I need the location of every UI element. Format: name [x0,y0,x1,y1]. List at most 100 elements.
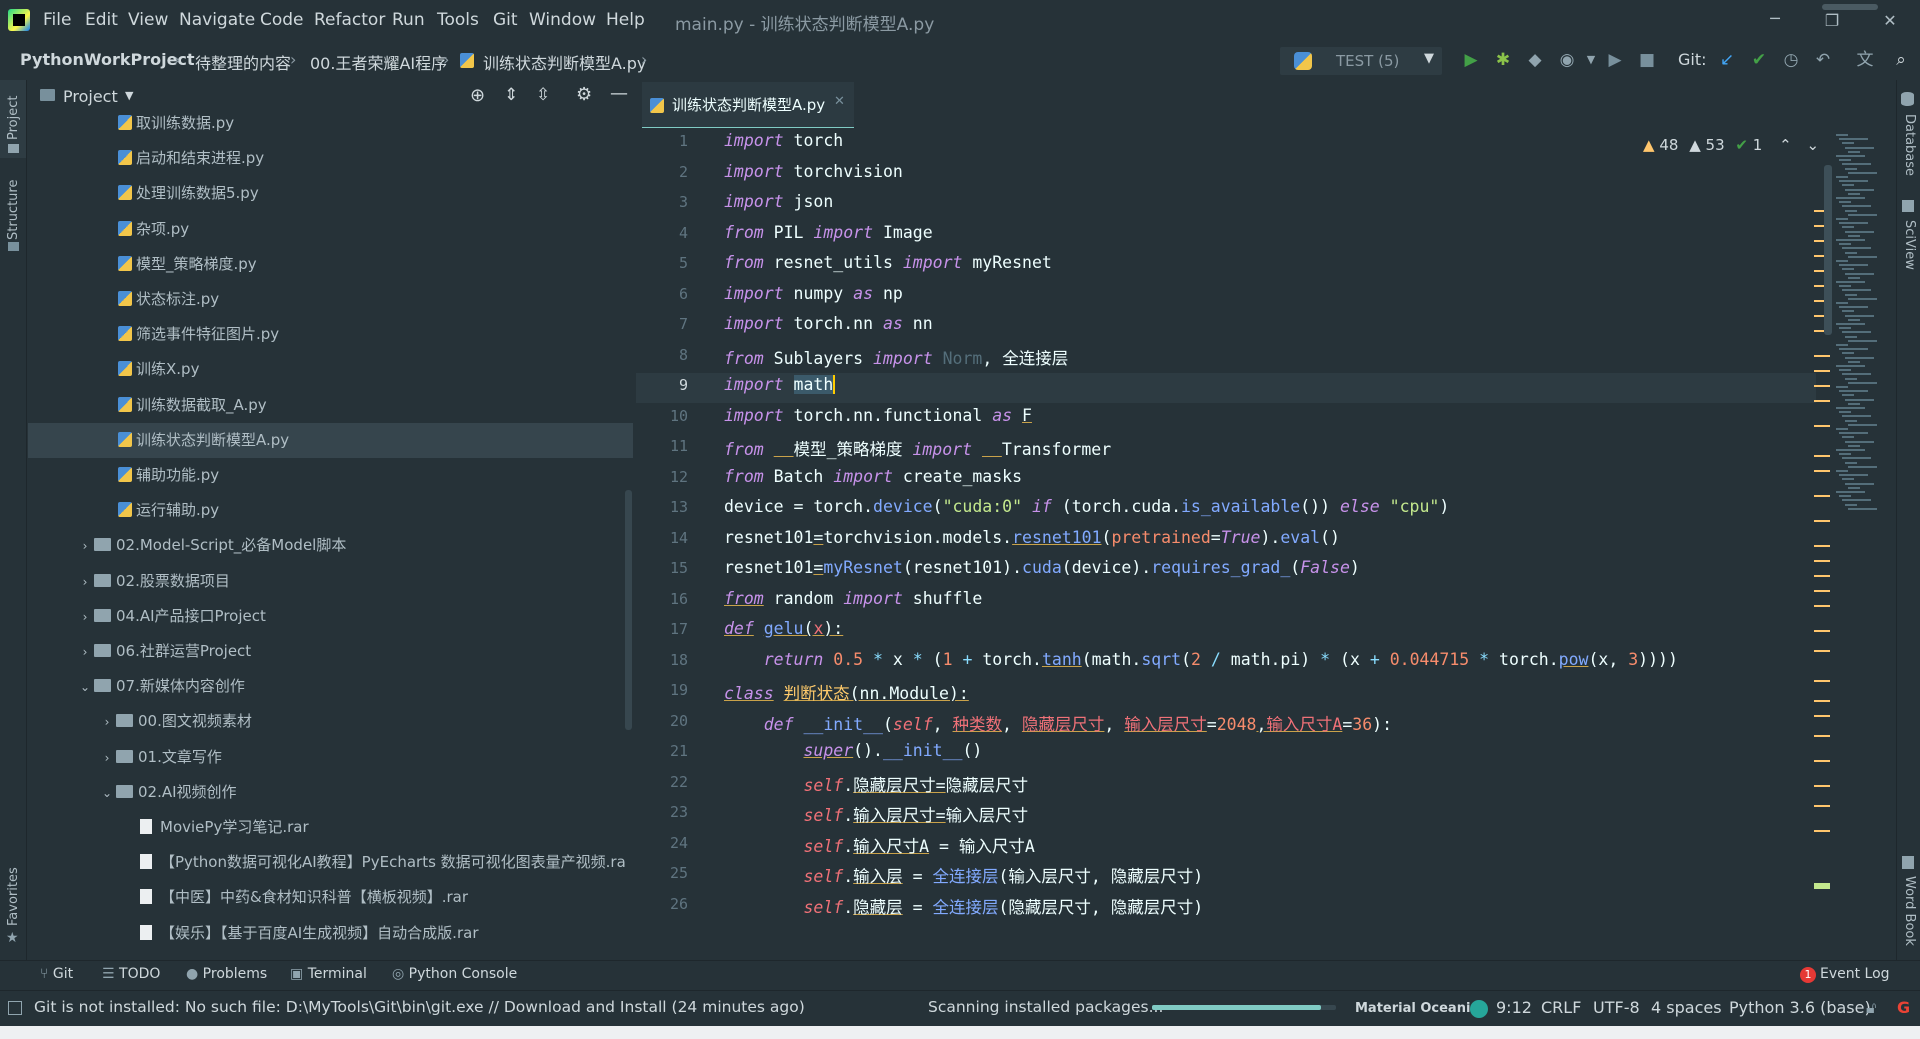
tree-file[interactable]: 辅助功能.py [28,458,633,493]
google-icon[interactable]: G [1897,998,1910,1017]
menu-code[interactable]: Code [260,10,304,30]
code-line[interactable]: resnet101=myResnet(resnet101).cuda(devic… [724,558,1360,577]
code-line[interactable]: from Sublayers import Norm, 全连接层 [724,345,1068,369]
inspection-widget[interactable]: ▲ 48 ▲ 53 ✔ 1 ⌃ ⌄ [1643,136,1823,162]
background-task-label[interactable]: Scanning installed packages... [928,998,1163,1016]
git-update-icon[interactable]: ↙ [1716,49,1738,71]
tree-file[interactable]: 训练状态判断模型A.py [28,422,633,458]
event-log[interactable]: 1 Event Log [1800,966,1890,983]
warning-stripe-mark[interactable] [1814,495,1830,497]
warning-stripe-mark[interactable] [1814,385,1830,387]
tab-python-console[interactable]: ◎ Python Console [392,966,517,982]
tree-file[interactable]: 启动和结束进程.py [28,141,633,176]
code-line[interactable]: import torch.nn.functional as F [724,406,1032,425]
tab-terminal[interactable]: ▣ Terminal [290,966,367,982]
warning-stripe-mark[interactable] [1814,370,1830,372]
debug-icon[interactable]: ✱ [1492,49,1514,71]
code-line[interactable]: import torch [724,131,843,150]
tree-folder[interactable]: ⌄ 07.新媒体内容创作 [28,669,633,704]
breadcrumb-folder-2[interactable]: 00.王者荣耀AI程序 [310,50,447,74]
coverage-icon[interactable]: ◆ [1524,49,1546,71]
chevron-down-icon[interactable]: ⌄ [98,776,116,811]
code-line[interactable]: resnet101=torchvision.models.resnet101(p… [724,528,1340,547]
code-line[interactable]: from PIL import Image [724,223,933,242]
warning-stripe-mark[interactable] [1814,355,1830,357]
tab-problems[interactable]: ● Problems [186,966,267,982]
history-icon[interactable]: ◷ [1780,49,1802,71]
warning-stripe-mark[interactable] [1814,650,1830,652]
tree-folder[interactable]: › 01.文章写作 [28,740,633,775]
tab-git[interactable]: ⑂ Git [40,966,73,982]
git-commit-icon[interactable]: ✔ [1748,49,1770,71]
menu-run[interactable]: Run [392,10,425,30]
breadcrumb-project[interactable]: PythonWorkProject [20,50,195,69]
code-line[interactable]: self.输入尺寸A = 输入尺寸A [724,833,1034,857]
code-line[interactable]: self.隐藏层 = 全连接层(隐藏层尺寸, 隐藏层尺寸) [724,894,1203,918]
tree-file[interactable]: 【中医】中药&食材知识科普【横板视频】.rar [28,880,633,915]
code-line[interactable]: import math [724,375,836,394]
warning-stripe-mark[interactable] [1814,785,1830,787]
warning-stripe-mark[interactable] [1814,425,1830,427]
code-line[interactable]: import torch.nn as nn [724,314,933,333]
breadcrumb-folder-1[interactable]: 待整理的内容 [195,50,291,74]
tree-file[interactable]: 筛选事件特征图片.py [28,317,633,352]
warning-stripe-mark[interactable] [1814,455,1830,457]
gear-icon[interactable]: ⚙ [576,84,592,105]
theme-label[interactable]: Material Oceanic [1355,1001,1478,1016]
tree-file[interactable]: 运行辅助.py [28,493,633,528]
stop-icon[interactable]: ■ [1636,49,1658,71]
code-line[interactable]: def gelu(x): [724,619,843,638]
minimize-button[interactable]: ─ [1755,6,1795,32]
tree-file[interactable]: 杂项.py [28,212,633,247]
caret-position[interactable]: 9:12 [1496,998,1532,1017]
warning-stripe-mark[interactable] [1814,760,1830,762]
hide-panel-icon[interactable]: — [610,83,628,104]
project-scrollbar[interactable] [625,490,632,730]
warning-stripe-mark[interactable] [1814,400,1830,402]
warning-stripe-mark[interactable] [1814,560,1830,562]
warning-stripe-mark[interactable] [1814,715,1830,717]
menu-git[interactable]: Git [493,10,518,30]
chevron-right-icon[interactable]: › [76,635,94,670]
code-line[interactable]: self.隐藏层尺寸=隐藏层尺寸 [724,772,1028,796]
project-tool-tab[interactable]: Project [0,80,26,158]
close-icon[interactable]: ✕ [834,94,845,109]
database-tool-label[interactable]: Database [1902,114,1917,176]
warning-stripe-mark[interactable] [1814,605,1830,607]
code-line[interactable]: device = torch.device("cuda:0" if (torch… [724,497,1449,516]
favorites-tool-tab[interactable]: Favorites ★ [0,860,26,950]
chevron-down-icon[interactable]: ⌄ [1806,136,1819,154]
chevron-down-icon[interactable]: ▼ [125,89,133,102]
tree-file[interactable]: 处理训练数据5.py [28,176,633,211]
code-line[interactable]: self.输入层尺寸=输入层尺寸 [724,802,1028,826]
indent-setting[interactable]: 4 spaces [1651,998,1722,1017]
close-button[interactable]: ✕ [1870,8,1910,34]
tree-file[interactable]: 取训练数据.py [28,114,633,141]
run-configuration-select[interactable]: TEST (5) ▼ [1280,47,1442,75]
lock-icon[interactable]: 🔓︎ [1866,998,1876,1018]
warning-stripe-mark[interactable] [1814,735,1830,737]
code-line[interactable]: super().__init__() [724,741,982,760]
tree-folder[interactable]: › 04.AI产品接口Project [28,599,633,634]
code-line[interactable]: from Batch import create_masks [724,467,1022,486]
chevron-right-icon[interactable]: › [76,600,94,635]
menu-tools[interactable]: Tools [437,10,479,30]
collapse-all-icon[interactable]: ⇳ [536,85,550,105]
menu-file[interactable]: File [43,10,71,30]
tree-folder[interactable]: › 06.社群运营Project [28,634,633,669]
tab-todo[interactable]: ☰ TODO [102,966,160,982]
python-interpreter[interactable]: Python 3.6 (base) [1729,998,1871,1017]
editor-scrollbar[interactable] [1824,165,1832,335]
warning-stripe-mark[interactable] [1814,700,1830,702]
tree-file[interactable]: 【娱乐】【基于百度AI生成视频】自动合成版.rar [28,916,633,946]
chevron-down-icon[interactable]: ⌄ [76,670,94,705]
chevron-right-icon[interactable]: › [98,705,116,740]
profile-icon[interactable]: ◉ [1556,49,1578,71]
line-separator[interactable]: CRLF [1541,998,1581,1017]
code-line[interactable]: import json [724,192,833,211]
tree-folder[interactable]: › 02.股票数据项目 [28,564,633,599]
code-line[interactable]: self.输入层 = 全连接层(输入层尺寸, 隐藏层尺寸) [724,863,1203,887]
run-concurrency-icon[interactable]: ▶ [1604,49,1626,71]
warning-stripe-mark[interactable] [1814,830,1830,832]
menu-view[interactable]: View [128,10,168,30]
